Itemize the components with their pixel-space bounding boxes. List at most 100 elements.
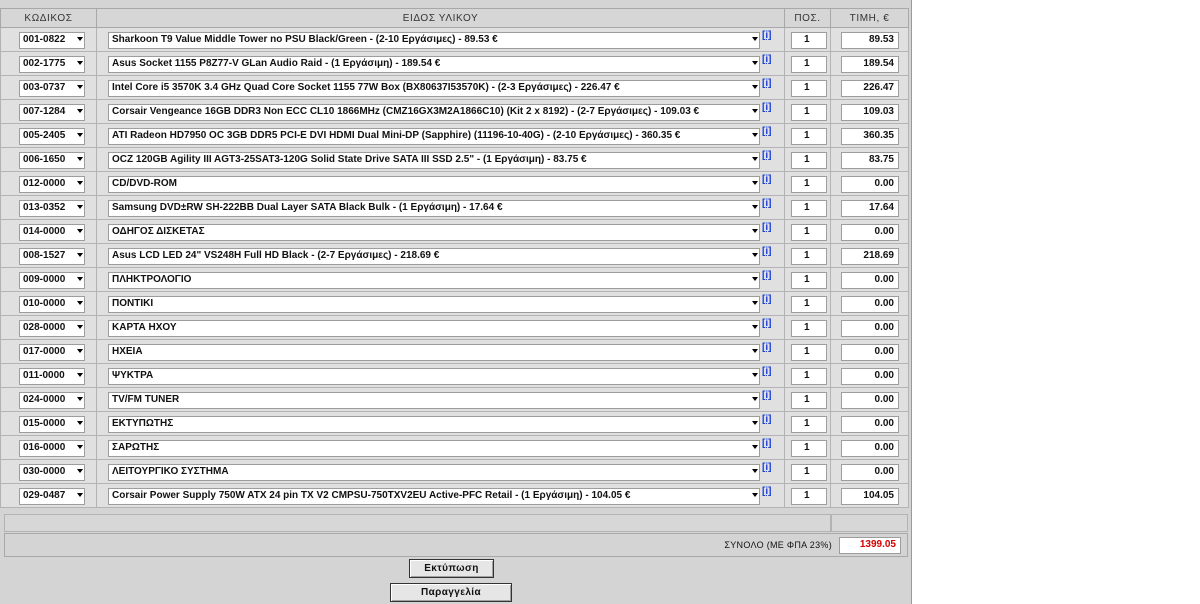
quantity-input[interactable]: 1 <box>791 296 827 313</box>
item-select[interactable]: ΠΛΗΚΤΡΟΛΟΓΙΟ <box>108 272 760 289</box>
code-select[interactable]: 010-0000 <box>19 296 85 313</box>
code-select[interactable]: 030-0000 <box>19 464 85 481</box>
quantity-input[interactable]: 1 <box>791 416 827 433</box>
code-select[interactable]: 015-0000 <box>19 416 85 433</box>
code-value: 001-0822 <box>23 34 66 45</box>
code-select[interactable]: 014-0000 <box>19 224 85 241</box>
item-cell: Corsair Power Supply 750W ATX 24 pin TX … <box>96 483 785 508</box>
info-icon[interactable]: [i] <box>762 174 771 185</box>
quantity-input[interactable]: 1 <box>791 488 827 505</box>
code-cell: 013-0352 <box>0 195 97 220</box>
info-icon[interactable]: [i] <box>762 78 771 89</box>
quantity-input[interactable]: 1 <box>791 128 827 145</box>
code-select[interactable]: 013-0352 <box>19 200 85 217</box>
info-icon[interactable]: [i] <box>762 414 771 425</box>
item-select[interactable]: CD/DVD-ROM <box>108 176 760 193</box>
item-select[interactable]: ΣΑΡΩΤΗΣ <box>108 440 760 457</box>
info-icon[interactable]: [i] <box>762 294 771 305</box>
item-select[interactable]: Sharkoon T9 Value Middle Tower no PSU Bl… <box>108 32 760 49</box>
price-cell: 0.00 <box>830 291 909 316</box>
info-icon[interactable]: [i] <box>762 126 771 137</box>
code-select[interactable]: 011-0000 <box>19 368 85 385</box>
code-select[interactable]: 016-0000 <box>19 440 85 457</box>
code-cell: 011-0000 <box>0 363 97 388</box>
item-cell: Corsair Vengeance 16GB DDR3 Non ECC CL10… <box>96 99 785 124</box>
header-item: ΕΙΔΟΣ ΥΛΙΚΟΥ <box>96 8 785 28</box>
item-select[interactable]: Asus LCD LED 24" VS248H Full HD Black - … <box>108 248 760 265</box>
info-icon[interactable]: [i] <box>762 438 771 449</box>
table-row: 030-0000 ΛΕΙΤΟΥΡΓΙΚΟ ΣΥΣΤΗΜΑ [i] 1 0.00 <box>0 459 909 484</box>
code-select[interactable]: 017-0000 <box>19 344 85 361</box>
info-icon[interactable]: [i] <box>762 462 771 473</box>
quantity-input[interactable]: 1 <box>791 320 827 337</box>
item-select[interactable]: TV/FM TUNER <box>108 392 760 409</box>
price-value: 89.53 <box>868 34 894 45</box>
code-select[interactable]: 005-2405 <box>19 128 85 145</box>
code-select[interactable]: 007-1284 <box>19 104 85 121</box>
code-select[interactable]: 028-0000 <box>19 320 85 337</box>
item-select[interactable]: ΚΑΡΤΑ ΗΧΟΥ <box>108 320 760 337</box>
info-icon[interactable]: [i] <box>762 390 771 401</box>
quantity-input[interactable]: 1 <box>791 104 827 121</box>
quantity-input[interactable]: 1 <box>791 248 827 265</box>
quantity-input[interactable]: 1 <box>791 392 827 409</box>
info-icon[interactable]: [i] <box>762 486 771 497</box>
quantity-input[interactable]: 1 <box>791 80 827 97</box>
item-select[interactable]: ΗΧΕΙΑ <box>108 344 760 361</box>
price-cell: 0.00 <box>830 411 909 436</box>
item-select[interactable]: ATI Radeon HD7950 OC 3GB DDR5 PCI-E DVI … <box>108 128 760 145</box>
quantity-input[interactable]: 1 <box>791 200 827 217</box>
quantity-input[interactable]: 1 <box>791 272 827 289</box>
code-select[interactable]: 001-0822 <box>19 32 85 49</box>
quantity-input[interactable]: 1 <box>791 368 827 385</box>
quantity-input[interactable]: 1 <box>791 344 827 361</box>
price-value: 0.00 <box>874 178 894 189</box>
item-select[interactable]: Intel Core i5 3570K 3.4 GHz Quad Core So… <box>108 80 760 97</box>
item-select[interactable]: ΠΟΝΤΙΚΙ <box>108 296 760 313</box>
code-select[interactable]: 008-1527 <box>19 248 85 265</box>
print-button[interactable]: Εκτύπωση <box>409 559 494 578</box>
quantity-input[interactable]: 1 <box>791 440 827 457</box>
price-cell: 0.00 <box>830 267 909 292</box>
item-select[interactable]: ΕΚΤΥΠΩΤΗΣ <box>108 416 760 433</box>
info-icon[interactable]: [i] <box>762 102 771 113</box>
code-select[interactable]: 029-0487 <box>19 488 85 505</box>
quantity-input[interactable]: 1 <box>791 32 827 49</box>
info-icon[interactable]: [i] <box>762 30 771 41</box>
price-cell: 17.64 <box>830 195 909 220</box>
code-select[interactable]: 009-0000 <box>19 272 85 289</box>
info-icon[interactable]: [i] <box>762 246 771 257</box>
info-icon[interactable]: [i] <box>762 270 771 281</box>
code-select[interactable]: 006-1650 <box>19 152 85 169</box>
quantity-input[interactable]: 1 <box>791 152 827 169</box>
code-value: 016-0000 <box>23 442 66 453</box>
quantity-input[interactable]: 1 <box>791 224 827 241</box>
order-button[interactable]: Παραγγελία <box>390 583 512 602</box>
info-icon[interactable]: [i] <box>762 366 771 377</box>
quantity-input[interactable]: 1 <box>791 56 827 73</box>
info-icon[interactable]: [i] <box>762 342 771 353</box>
item-select[interactable]: Corsair Power Supply 750W ATX 24 pin TX … <box>108 488 760 505</box>
item-cell: ΠΛΗΚΤΡΟΛΟΓΙΟ [i] <box>96 267 785 292</box>
item-cell: ΣΑΡΩΤΗΣ [i] <box>96 435 785 460</box>
item-select[interactable]: OCZ 120GB Agility III AGT3-25SAT3-120G S… <box>108 152 760 169</box>
info-icon[interactable]: [i] <box>762 54 771 65</box>
item-select[interactable]: ΨΥΚΤΡΑ <box>108 368 760 385</box>
info-icon[interactable]: [i] <box>762 222 771 233</box>
item-select[interactable]: ΛΕΙΤΟΥΡΓΙΚΟ ΣΥΣΤΗΜΑ <box>108 464 760 481</box>
item-select[interactable]: ΟΔΗΓΟΣ ΔΙΣΚΕΤΑΣ <box>108 224 760 241</box>
item-value: Corsair Power Supply 750W ATX 24 pin TX … <box>112 490 631 501</box>
info-icon[interactable]: [i] <box>762 150 771 161</box>
info-icon[interactable]: [i] <box>762 198 771 209</box>
info-icon[interactable]: [i] <box>762 318 771 329</box>
code-select[interactable]: 012-0000 <box>19 176 85 193</box>
quantity-input[interactable]: 1 <box>791 176 827 193</box>
code-select[interactable]: 002-1775 <box>19 56 85 73</box>
item-select[interactable]: Samsung DVD±RW SH-222BB Dual Layer SATA … <box>108 200 760 217</box>
code-value: 030-0000 <box>23 466 66 477</box>
item-select[interactable]: Asus Socket 1155 P8Z77-V GLan Audio Raid… <box>108 56 760 73</box>
quantity-input[interactable]: 1 <box>791 464 827 481</box>
code-select[interactable]: 024-0000 <box>19 392 85 409</box>
item-select[interactable]: Corsair Vengeance 16GB DDR3 Non ECC CL10… <box>108 104 760 121</box>
code-select[interactable]: 003-0737 <box>19 80 85 97</box>
